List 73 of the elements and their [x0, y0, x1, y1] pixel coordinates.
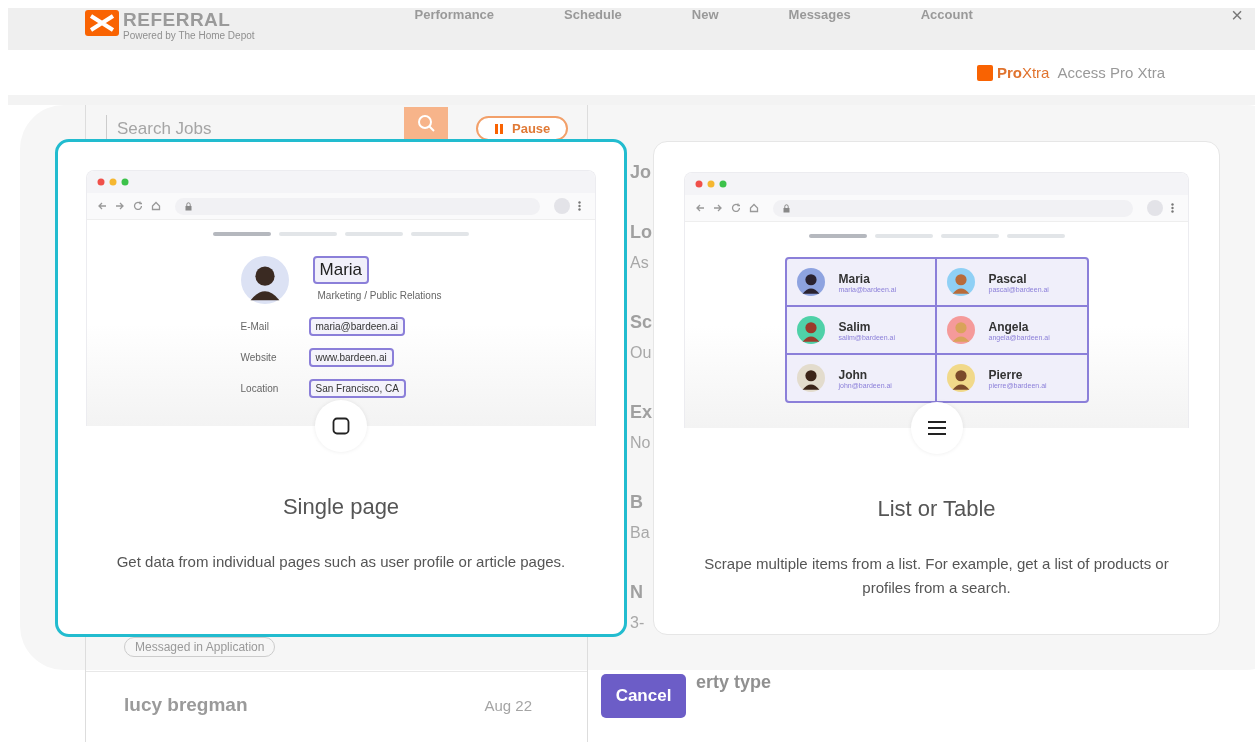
list-icon	[926, 420, 947, 436]
detail-heading: Sc	[630, 311, 654, 334]
home-icon	[151, 201, 161, 211]
logo-tagline: Powered by The Home Depot	[123, 30, 255, 42]
forward-icon	[713, 203, 723, 213]
field-value: San Francisco, CA	[308, 379, 406, 398]
person-name: Pierre	[988, 367, 1024, 382]
profile-role: Marketing / Public Relations	[317, 290, 442, 301]
home-icon	[749, 203, 759, 213]
detail-heading: N	[630, 581, 644, 604]
detail-value: Ou	[630, 343, 653, 363]
detail-heading: Jo	[630, 161, 652, 184]
nav-link[interactable]: Schedule	[564, 8, 622, 21]
logo-icon	[85, 10, 119, 36]
pause-icon	[494, 122, 504, 135]
field-label: Location	[240, 382, 280, 394]
nav-link[interactable]: Messages	[788, 8, 851, 21]
lock-icon	[783, 203, 790, 213]
detail-value: 3-	[630, 613, 646, 633]
avatar-silhouette-icon	[946, 316, 975, 344]
more-icon	[578, 201, 581, 211]
field-label: E-Mail	[240, 320, 270, 332]
person-name: John	[838, 367, 869, 382]
pro-xtra-logo-icon	[976, 64, 993, 81]
avatar-silhouette-icon	[946, 268, 975, 296]
lock-icon	[185, 201, 192, 211]
reload-icon	[133, 201, 143, 211]
profile-name: Maria	[312, 256, 370, 284]
option-description: Get data from individual pages such as user profile or article pages.	[115, 552, 567, 572]
detail-heading: Lo	[630, 221, 653, 244]
nav-link[interactable]: Account	[920, 8, 973, 21]
person-name: Angela	[988, 319, 1029, 334]
search-button[interactable]	[404, 107, 448, 139]
person-name: Maria	[838, 271, 871, 286]
pro-xtra-link[interactable]: Access Pro Xtra	[1057, 64, 1165, 81]
field-label: Website	[240, 351, 278, 363]
reload-icon	[731, 203, 741, 213]
detail-heading: erty type	[696, 671, 772, 694]
back-icon	[97, 201, 107, 211]
detail-value: As	[630, 253, 650, 273]
avatar-silhouette-icon	[240, 256, 289, 304]
square-icon	[332, 417, 350, 435]
back-icon	[695, 203, 705, 213]
nav-link[interactable]: Performance	[414, 8, 495, 21]
forward-icon	[115, 201, 125, 211]
window-dots-icon	[97, 178, 131, 186]
option-description: Scrape multiple items from a list. For example, get a list of products or profiles from a search.	[703, 554, 1170, 598]
search-icon	[416, 113, 436, 133]
job-date: Aug 22	[484, 697, 532, 714]
cancel-button[interactable]: Cancel	[600, 674, 687, 718]
field-value: maria@bardeen.ai	[308, 317, 405, 336]
option-title: Single page	[282, 494, 400, 520]
detail-heading: B	[630, 491, 644, 514]
option-card[interactable]: Maria Marketing / Public Relations E-Mail maria@bardeen.ai Website www.bardeen.ai Location San Francisco, CA Single page Get data from individual pages such as user profile or article pages.	[55, 139, 627, 637]
person-name: Pascal	[988, 271, 1028, 286]
detail-heading: Ex	[630, 401, 654, 424]
avatar-silhouette-icon	[796, 268, 825, 296]
detail-value: No	[630, 433, 652, 453]
avatar-silhouette-icon	[946, 364, 975, 392]
window-dots-icon	[695, 180, 729, 188]
logo-text: REFERRAL	[123, 10, 232, 30]
avatar-silhouette-icon	[796, 316, 825, 344]
more-icon	[1171, 203, 1174, 213]
pro-xtra-logo: ProXtra	[996, 64, 1050, 81]
option-card[interactable]	[653, 141, 1220, 635]
detail-value: Ba	[630, 523, 651, 543]
avatar-silhouette-icon	[796, 364, 825, 392]
close-button[interactable]: ×	[1231, 8, 1243, 22]
option-title: List or Table	[877, 496, 996, 522]
field-value: www.bardeen.ai	[308, 348, 394, 367]
job-name: lucy bregman	[124, 694, 248, 716]
person-name: Salim	[838, 319, 872, 334]
nav-link[interactable]: New	[691, 8, 719, 21]
